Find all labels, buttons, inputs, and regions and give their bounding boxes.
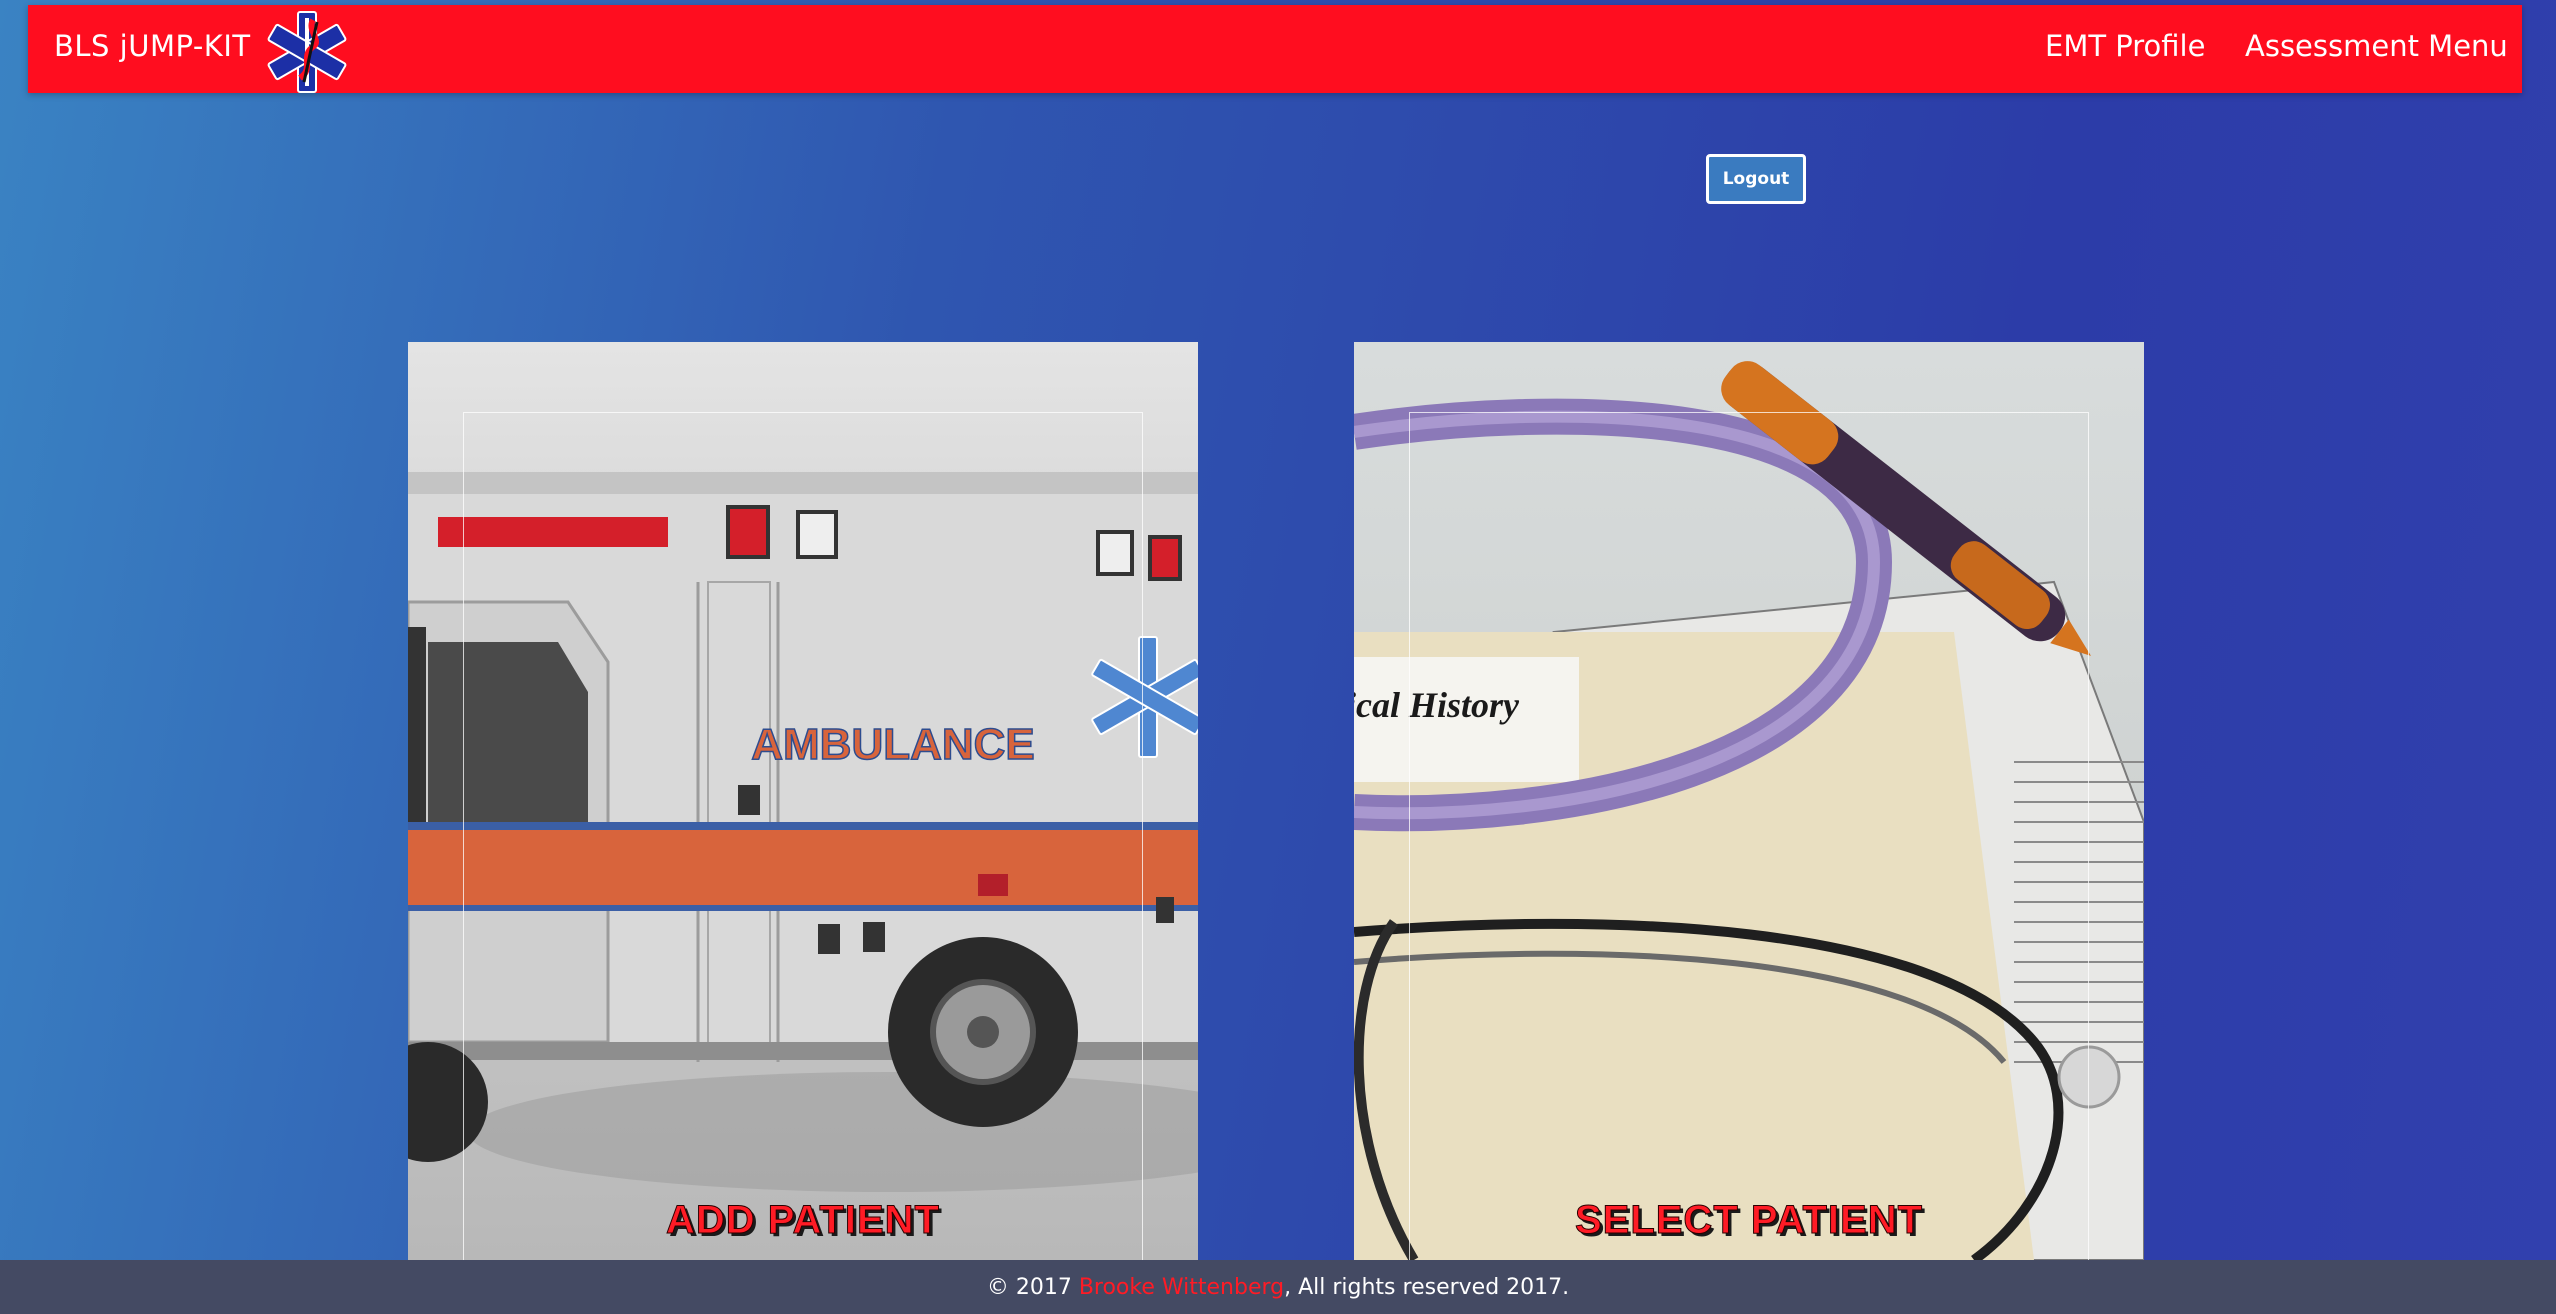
navbar: BLS jUMP-KIT EMT Profile Assessment Menu xyxy=(28,5,2522,93)
footer-rights: , All rights reserved 2017. xyxy=(1284,1274,1570,1300)
brand-title[interactable]: BLS jUMP-KIT xyxy=(54,29,251,63)
card-frame xyxy=(1409,412,2089,1260)
footer-author-link[interactable]: Brooke Wittenberg xyxy=(1079,1275,1284,1300)
footer: © 2017 Brooke Wittenberg , All rights re… xyxy=(0,1260,2556,1314)
nav-link-assessment-menu[interactable]: Assessment Menu xyxy=(2245,29,2508,63)
card-frame xyxy=(463,412,1143,1260)
star-of-life-icon[interactable] xyxy=(264,9,350,95)
nav-link-emt-profile[interactable]: EMT Profile xyxy=(2045,29,2205,63)
select-patient-card[interactable]: ical History SELECT PATIENT xyxy=(1354,342,2144,1260)
select-patient-label[interactable]: SELECT PATIENT xyxy=(1354,1198,2144,1243)
add-patient-label[interactable]: ADD PATIENT xyxy=(408,1198,1198,1243)
footer-copyright: © 2017 xyxy=(986,1274,1079,1300)
add-patient-card[interactable]: AMBULANCE ADD PATIENT xyxy=(408,342,1198,1260)
logout-button[interactable]: Logout xyxy=(1706,154,1806,204)
